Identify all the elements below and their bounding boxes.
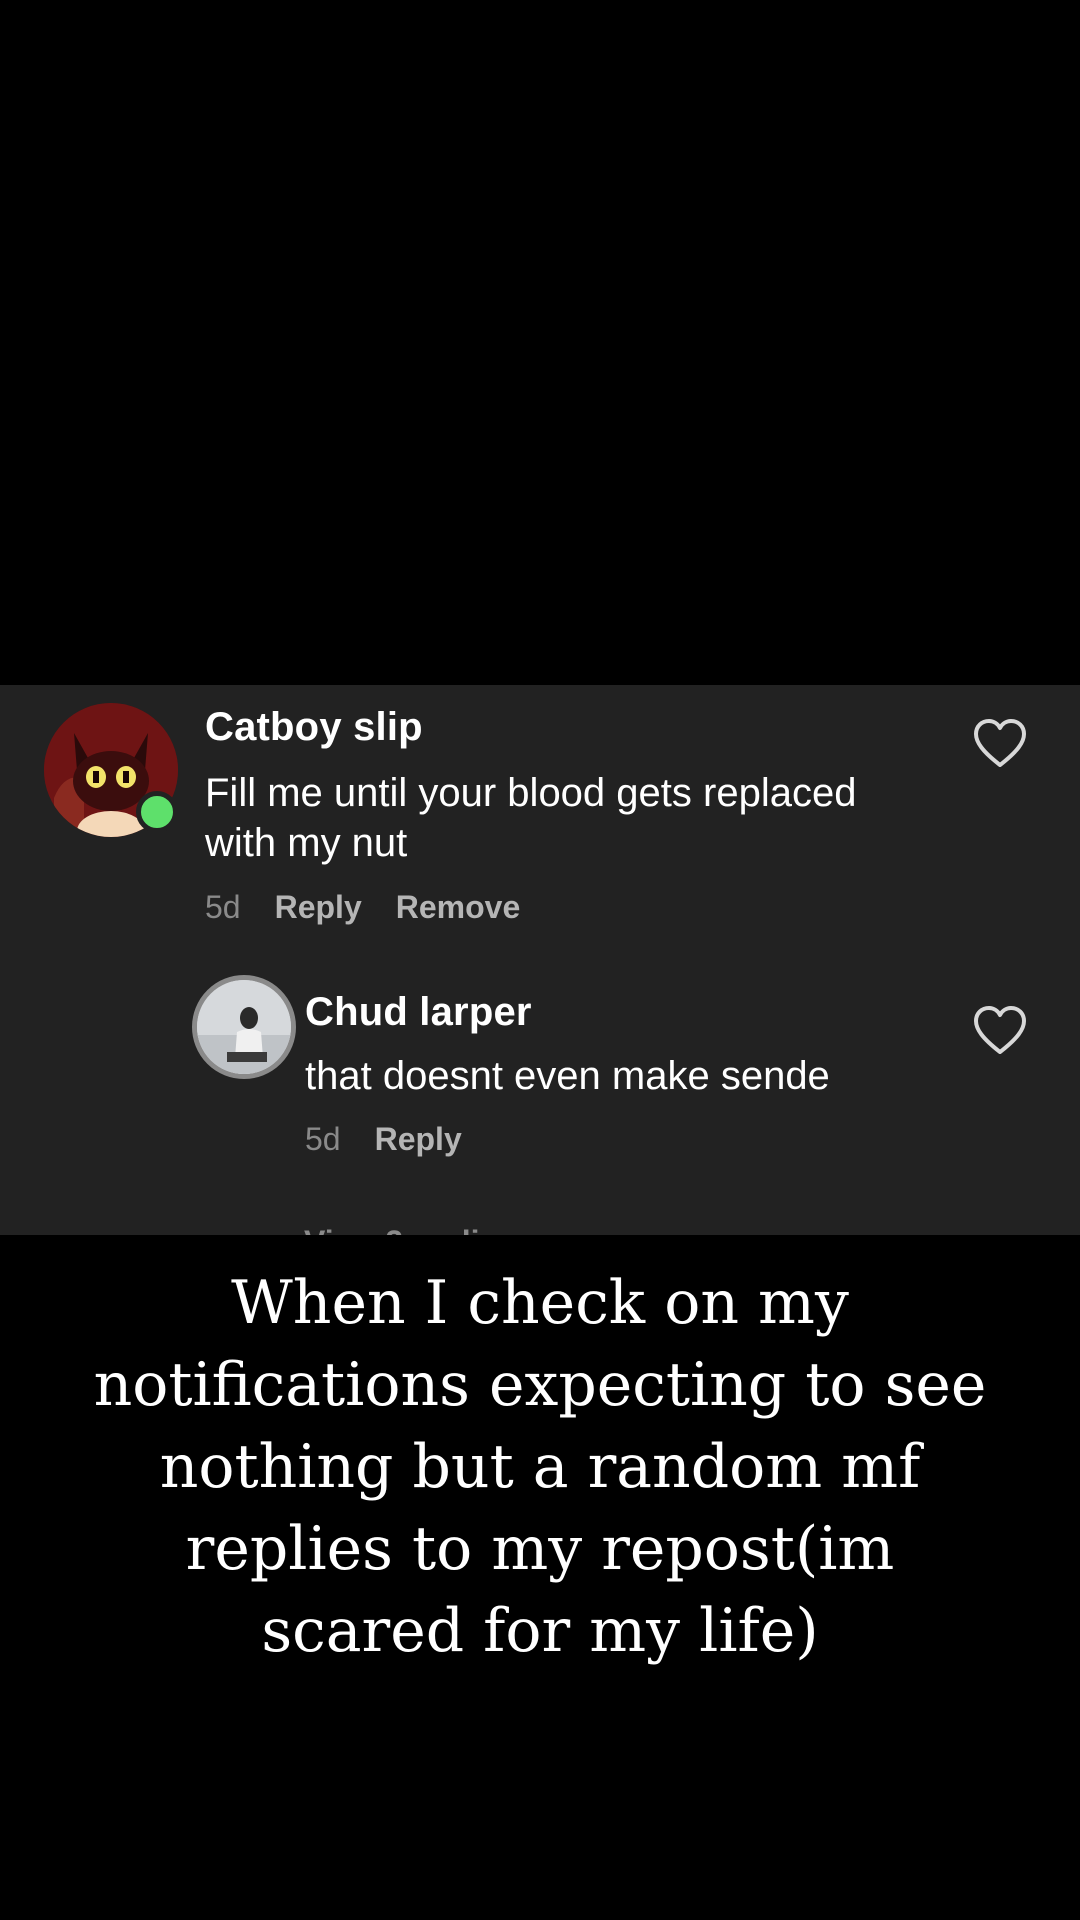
- comment-panel: Catboy slip Fill me until your blood get…: [0, 685, 1080, 1235]
- meme-caption: When I check on my notifications expecti…: [93, 1268, 987, 1666]
- online-status-dot: [136, 791, 178, 833]
- reply-text: that doesnt even make sende: [305, 1054, 830, 1098]
- heart-outline-icon[interactable]: [972, 1005, 1028, 1057]
- reply-avatar[interactable]: [192, 975, 296, 1079]
- view-replies-label: View 2 replies: [304, 1224, 515, 1235]
- heart-outline-icon[interactable]: [972, 718, 1028, 770]
- reply-author[interactable]: Chud larper: [305, 990, 532, 1035]
- comment-meta: 5d Reply Remove: [205, 889, 520, 926]
- remove-button[interactable]: Remove: [396, 889, 521, 926]
- reply-button[interactable]: Reply: [275, 889, 362, 926]
- chevron-down-icon: ⌄: [524, 1224, 551, 1235]
- comment-text: Fill me until your blood gets replaced w…: [205, 771, 857, 865]
- view-replies-link[interactable]: View 2 replies ⌄: [304, 1223, 551, 1235]
- comment-author[interactable]: Catboy slip: [205, 705, 423, 750]
- reply-time: 5d: [305, 1121, 341, 1157]
- comment-time: 5d: [205, 889, 241, 925]
- person-photo-avatar: [197, 980, 291, 1074]
- reply-meta: 5d Reply: [305, 1121, 462, 1158]
- reply-reply-button[interactable]: Reply: [375, 1121, 462, 1158]
